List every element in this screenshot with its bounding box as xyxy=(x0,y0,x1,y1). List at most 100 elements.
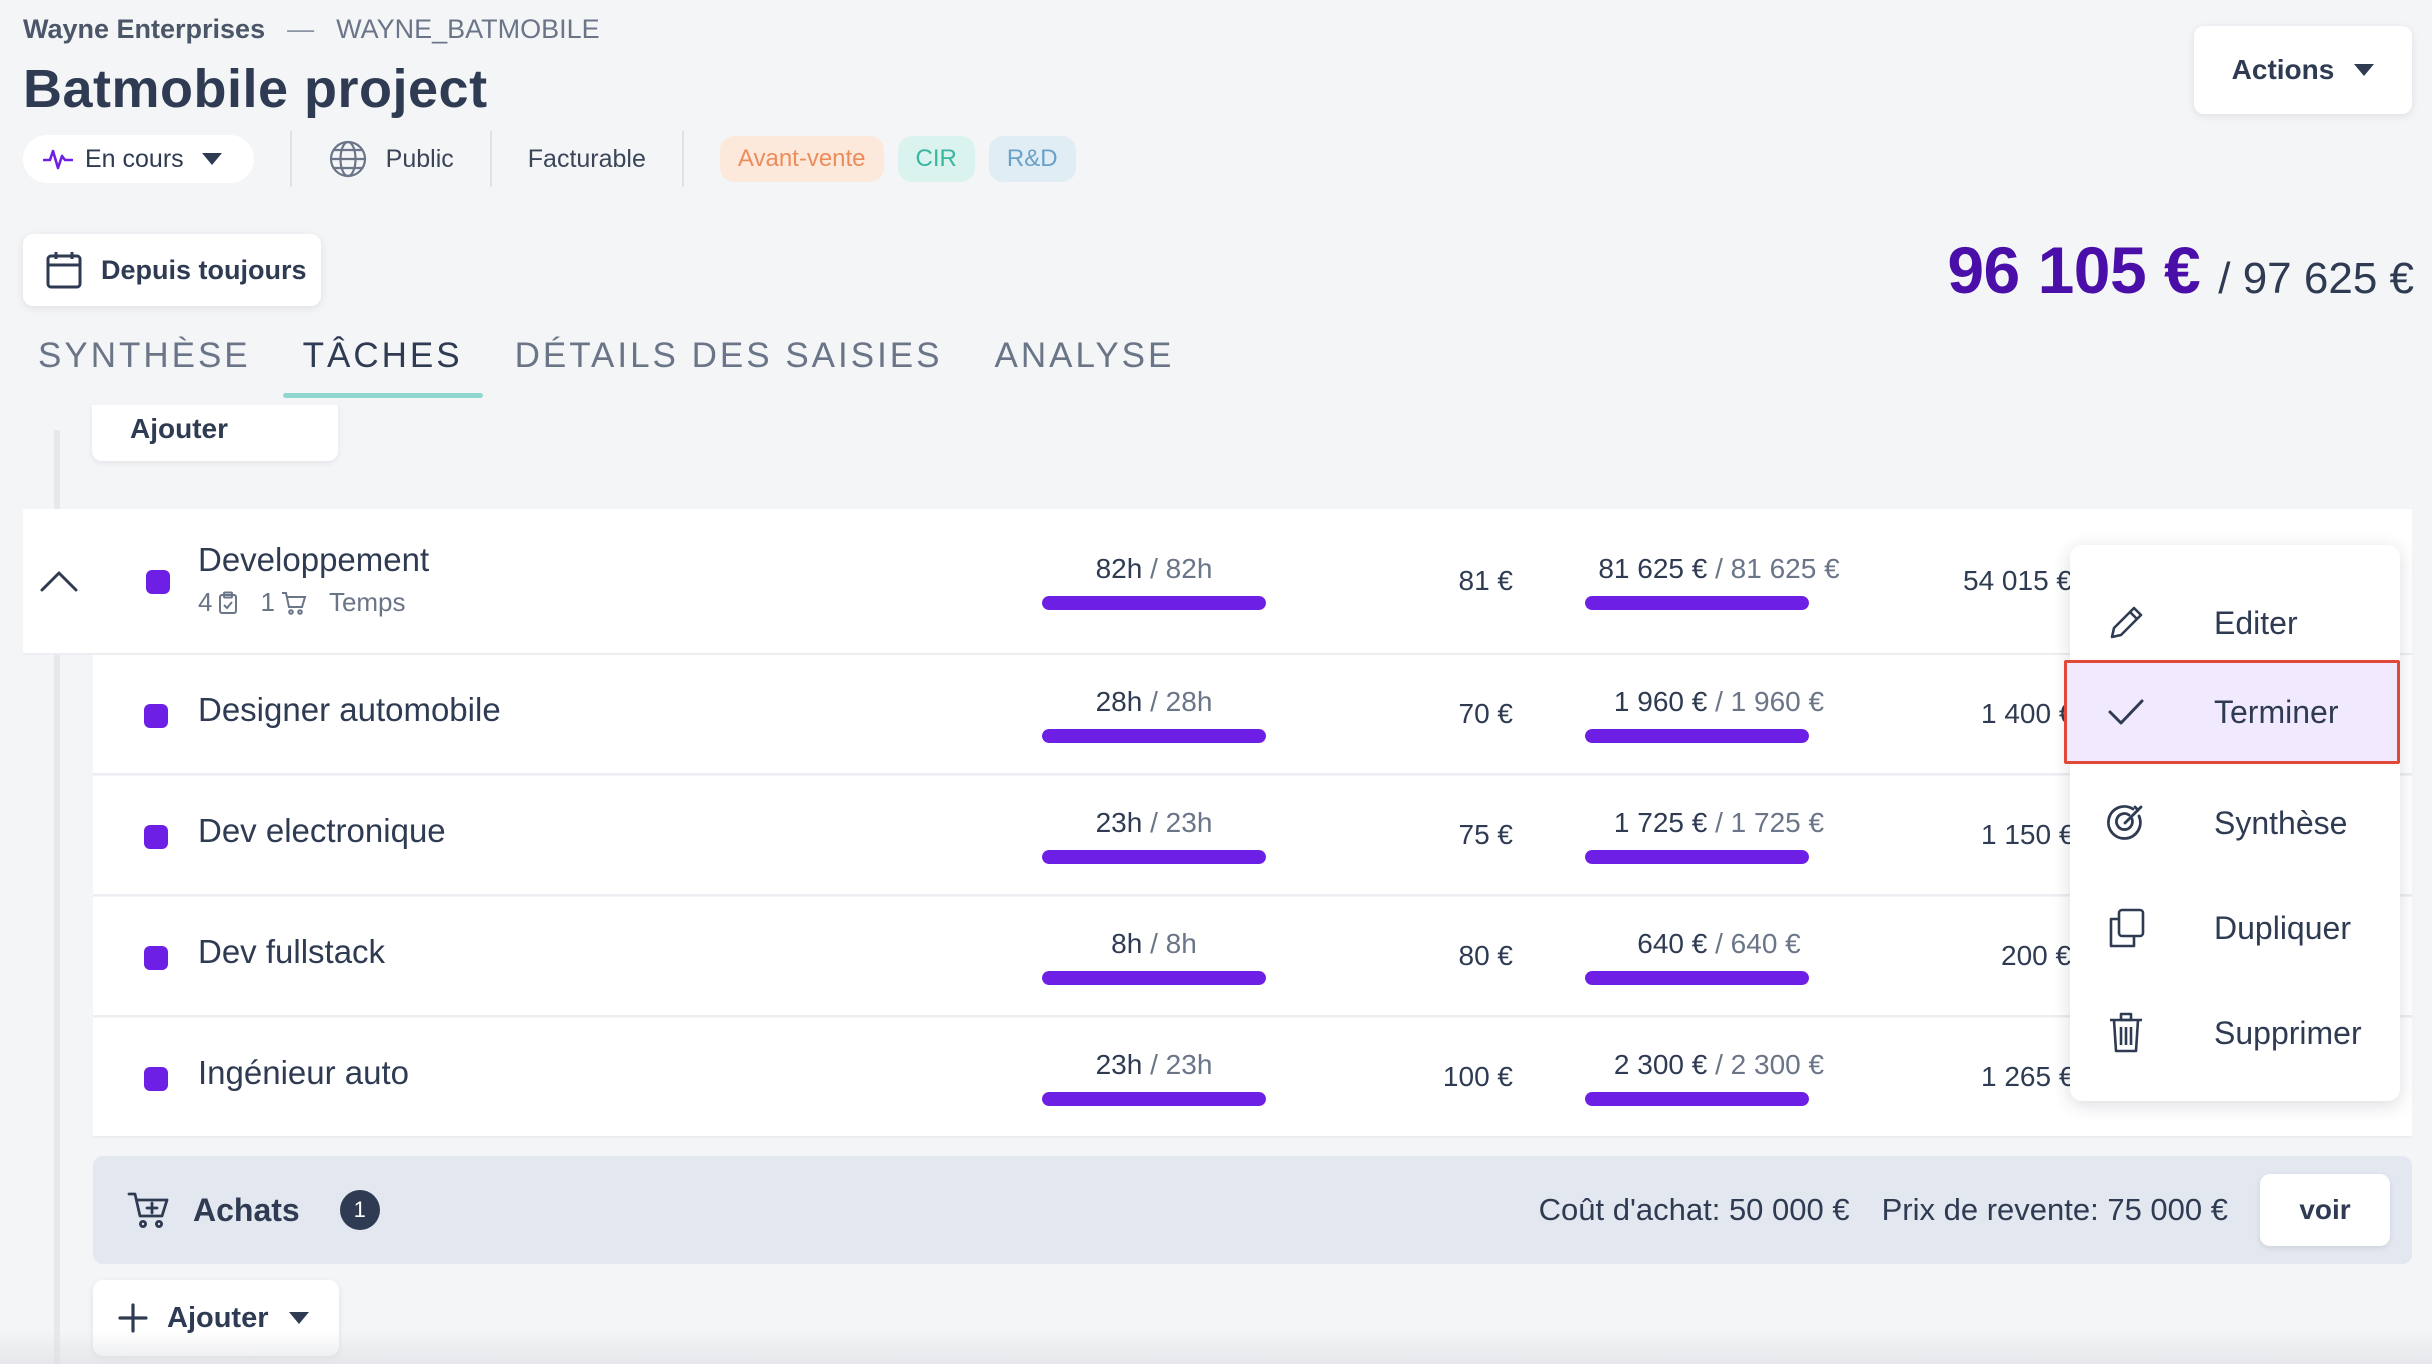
purchases-bar: Achats 1 Coût d'achat: 50 000 € Prix de … xyxy=(93,1156,2412,1264)
task-cost: 1 725 € / 1 725 € xyxy=(1579,807,1859,839)
menu-item-label: Supprimer xyxy=(2214,1014,2362,1051)
task-cost-total: / 2 300 € xyxy=(1715,1049,1825,1080)
task-cost-progress-bar xyxy=(1585,729,1809,743)
group-cost-total: / 81 625 € xyxy=(1715,553,1840,584)
group-type: Temps xyxy=(328,587,406,617)
chevron-down-icon xyxy=(288,1312,309,1324)
pencil-icon xyxy=(2110,606,2143,639)
task-cost: 640 € / 640 € xyxy=(1579,928,1859,960)
group-cost: 81 625 € / 81 625 € xyxy=(1579,553,1859,585)
group-tasks-count: 4 xyxy=(198,587,213,617)
globe-icon xyxy=(329,140,366,178)
task-hours: 23h / 23h xyxy=(1042,1049,1266,1081)
tab-details-saisies[interactable]: DÉTAILS DES SAISIES xyxy=(515,336,943,396)
menu-item-supprimer[interactable]: Supprimer xyxy=(2070,981,2400,1085)
task-hours-total: / 28h xyxy=(1150,686,1213,717)
group-hours: 82h / 82h xyxy=(1042,553,1266,585)
task-hours-done: 23h xyxy=(1095,807,1143,838)
breadcrumb: Wayne Enterprises — WAYNE_BATMOBILE xyxy=(23,14,600,45)
actions-label: Actions xyxy=(2231,54,2335,85)
add-button-partial[interactable]: Ajouter xyxy=(92,405,338,461)
task-hours-progress-bar xyxy=(1042,1092,1266,1106)
task-color-dot xyxy=(144,946,168,970)
task-group-row[interactable]: Developpement 4 1 Temps 82h / 82h 81 € 8… xyxy=(23,509,2412,655)
group-name: Developpement xyxy=(198,541,430,578)
task-hours-total: / 8h xyxy=(1150,928,1197,959)
visibility-label: Public xyxy=(385,144,454,173)
billing-status[interactable]: Facturable xyxy=(528,145,646,174)
progress-fill xyxy=(1042,971,1266,985)
tab-taches[interactable]: TÂCHES xyxy=(282,336,483,398)
view-purchases-button[interactable]: voir xyxy=(2260,1174,2390,1246)
task-cost-total: / 1 725 € xyxy=(1715,807,1825,838)
purchases-label: Achats xyxy=(193,1191,300,1228)
progress-fill xyxy=(1585,971,1809,985)
target-icon xyxy=(2107,805,2143,840)
menu-item-terminer[interactable]: Terminer xyxy=(2064,660,2400,764)
menu-item-dupliquer[interactable]: Dupliquer xyxy=(2070,876,2400,980)
tab-synthese[interactable]: SYNTHÈSE xyxy=(38,336,251,396)
chevron-down-icon xyxy=(2354,64,2375,76)
task-cost: 1 960 € / 1 960 € xyxy=(1579,686,1859,718)
menu-item-label: Terminer xyxy=(2214,693,2339,730)
tag-cir[interactable]: CIR xyxy=(897,136,975,182)
tag-avant-vente[interactable]: Avant-vente xyxy=(719,136,884,182)
group-purchases-count: 1 xyxy=(260,587,275,617)
menu-item-synthese[interactable]: Synthèse xyxy=(2070,771,2400,875)
task-cost-done: 640 € xyxy=(1637,928,1708,959)
group-hours-done: 82h xyxy=(1095,553,1143,584)
chevron-up-icon[interactable] xyxy=(39,569,79,593)
actions-button[interactable]: Actions xyxy=(2194,26,2412,114)
table-row[interactable]: Dev fullstack 8h / 8h 80 € 640 € / 640 €… xyxy=(93,897,2412,1017)
task-hours-done: 8h xyxy=(1111,928,1143,959)
scroll-fade xyxy=(0,1330,2432,1364)
task-name: Dev electronique xyxy=(198,812,446,849)
visibility[interactable]: Public xyxy=(328,139,454,179)
task-color-dot xyxy=(144,825,168,849)
task-margin: 1 265 € xyxy=(1981,1061,2075,1092)
group-cost-done: 81 625 € xyxy=(1598,553,1708,584)
breadcrumb-company[interactable]: Wayne Enterprises xyxy=(23,14,265,44)
task-hours-total: / 23h xyxy=(1150,807,1213,838)
breadcrumb-separator: — xyxy=(287,14,315,44)
task-margin: 1 400 € xyxy=(1981,698,2075,729)
progress-fill xyxy=(1585,850,1809,864)
add-button-label: Ajouter xyxy=(130,413,228,444)
task-hours-done: 28h xyxy=(1095,686,1143,717)
task-hours-done: 23h xyxy=(1095,1049,1143,1080)
status-dropdown[interactable]: En cours xyxy=(23,135,254,183)
group-cost-progress-bar xyxy=(1585,596,1809,610)
progress-fill xyxy=(1585,596,1809,610)
date-range-label: Depuis toujours xyxy=(101,254,307,285)
task-margin: 1 150 € xyxy=(1981,819,2075,850)
task-name: Dev fullstack xyxy=(198,933,386,970)
breadcrumb-project-code: WAYNE_BATMOBILE xyxy=(336,14,600,44)
task-cost-done: 1 725 € xyxy=(1613,807,1708,838)
trash-icon xyxy=(2110,1012,2142,1053)
cart-icon xyxy=(281,591,307,615)
task-hours: 8h / 8h xyxy=(1042,928,1266,960)
project-meta-row: En cours Public Facturable Avant-vente C… xyxy=(23,131,1090,187)
task-hours-total: / 23h xyxy=(1150,1049,1213,1080)
budget-total: / 97 625 € xyxy=(2218,254,2414,303)
task-hours-progress-bar xyxy=(1042,850,1266,864)
task-color-dot xyxy=(144,1067,168,1091)
tag-rd[interactable]: R&D xyxy=(988,136,1076,182)
menu-item-label: Editer xyxy=(2214,604,2298,641)
purchases-count-badge: 1 xyxy=(339,1190,380,1230)
group-hours-total: / 82h xyxy=(1150,553,1213,584)
task-cost-total: / 640 € xyxy=(1715,928,1801,959)
tab-analyse[interactable]: ANALYSE xyxy=(995,336,1175,396)
progress-fill xyxy=(1042,850,1266,864)
table-row[interactable]: Ingénieur auto 23h / 23h 100 € 2 300 € /… xyxy=(93,1018,2412,1138)
task-margin: 200 € xyxy=(2001,940,2072,971)
progress-fill xyxy=(1042,596,1266,610)
row-context-menu: Editer Terminer Synthèse Dupliquer Suppr… xyxy=(2064,545,2400,1101)
task-rate: 80 € xyxy=(1458,940,1514,971)
task-cost-progress-bar xyxy=(1585,971,1809,985)
check-icon xyxy=(2108,699,2144,725)
date-range-button[interactable]: Depuis toujours xyxy=(23,234,321,306)
table-row[interactable]: Dev electronique 23h / 23h 75 € 1 725 € … xyxy=(93,776,2412,896)
menu-item-label: Synthèse xyxy=(2214,804,2348,841)
task-hours-progress-bar xyxy=(1042,729,1266,743)
